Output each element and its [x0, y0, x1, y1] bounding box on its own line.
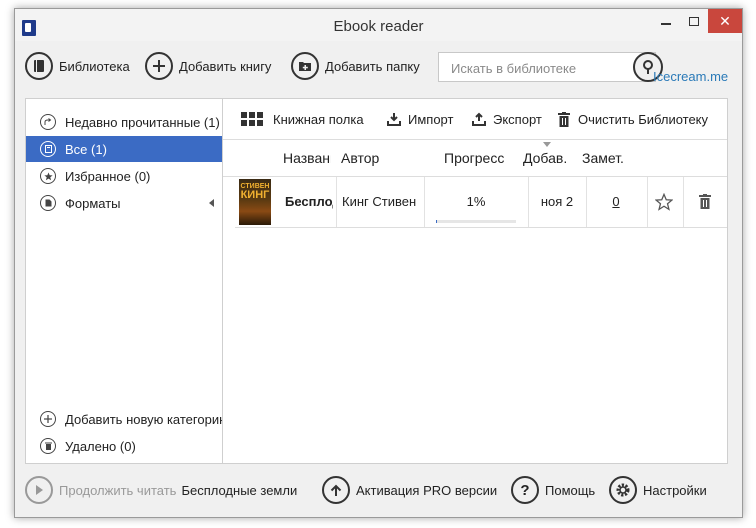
book-author: Кинг Стивен: [342, 194, 417, 209]
maximize-icon: [689, 17, 699, 26]
minimize-icon: [661, 23, 671, 25]
trash-icon: [40, 438, 56, 454]
settings-label: Настройки: [643, 482, 707, 498]
sidebar-item-all[interactable]: Все (1): [26, 136, 222, 162]
book-added-date: ноя 2: [540, 194, 574, 209]
expand-arrow-icon[interactable]: [209, 199, 214, 207]
maximize-button[interactable]: [680, 9, 708, 33]
export-button[interactable]: Экспорт: [472, 99, 542, 139]
download-icon: [387, 113, 401, 126]
window-title: Ebook reader: [333, 18, 424, 35]
add-book-button[interactable]: Добавить книгу: [145, 51, 271, 81]
table-row[interactable]: СТИВЕН КИНГ Бесплодные земли Кинг Стивен…: [235, 177, 727, 228]
add-category-button[interactable]: Добавить новую категорию: [26, 406, 223, 432]
sidebar-item-formats[interactable]: Форматы: [26, 190, 222, 216]
bottom-bar: Продолжить читать Бесплодные земли Актив…: [15, 471, 742, 517]
library-label: Библиотека: [59, 58, 130, 74]
trash-icon: [558, 111, 570, 127]
column-header-notes[interactable]: Замет.: [582, 140, 642, 176]
star-outline-icon: [655, 193, 673, 211]
gear-icon: [609, 476, 637, 504]
library-button[interactable]: Библиотека: [25, 51, 130, 81]
star-icon: [40, 168, 56, 184]
book-notes-link[interactable]: 0: [586, 177, 646, 227]
continue-reading-book: Бесплодные земли: [181, 482, 298, 498]
progress-fill: [436, 220, 437, 223]
column-divider: [336, 177, 337, 227]
import-button[interactable]: Импорт: [387, 99, 453, 139]
sidebar-item-label: Недавно прочитанные (1): [65, 114, 220, 130]
sidebar-item-label: Избранное (0): [65, 168, 151, 184]
column-header-author[interactable]: Автор: [341, 140, 421, 176]
search-input[interactable]: [449, 54, 623, 82]
icecream-link[interactable]: Icecream.me: [653, 69, 728, 84]
sidebar: Недавно прочитанные (1) Все (1) Избранно…: [25, 98, 223, 464]
book-cover[interactable]: СТИВЕН КИНГ: [239, 179, 271, 225]
clear-library-label: Очистить Библиотеку: [578, 111, 709, 127]
search-box: [438, 52, 663, 82]
add-folder-label: Добавить папку: [325, 58, 420, 74]
file-icon: [40, 195, 56, 211]
book-icon: [40, 141, 56, 157]
help-label: Помощь: [545, 482, 596, 498]
arrow-up-icon: [322, 476, 350, 504]
cover-title-text: КИНГ: [240, 189, 270, 201]
sidebar-item-label: Форматы: [65, 195, 121, 211]
import-label: Импорт: [408, 111, 454, 127]
column-header-added[interactable]: Добав.: [523, 140, 575, 176]
close-button[interactable]: ✕: [708, 9, 742, 33]
bookshelf-button[interactable]: Книжная полка: [241, 99, 364, 139]
continue-reading-label: Продолжить читать: [59, 482, 177, 498]
settings-button[interactable]: Настройки: [609, 475, 707, 505]
add-category-label: Добавить новую категорию: [65, 411, 223, 427]
app-window: Ebook reader ✕ Библиотека Добавить книгу…: [14, 8, 743, 518]
grid-view-icon: [241, 112, 263, 126]
library-icon: [25, 52, 53, 80]
table-header: Название Автор Прогресс Добав. Замет.: [223, 139, 727, 177]
export-label: Экспорт: [493, 111, 542, 127]
plus-icon: [145, 52, 173, 80]
clear-library-button[interactable]: Очистить Библиотеку: [558, 99, 708, 139]
trash-icon: [699, 194, 711, 209]
continue-reading-button[interactable]: Продолжить читать Бесплодные земли: [25, 475, 297, 505]
add-book-label: Добавить книгу: [179, 58, 272, 74]
book-title: Бесплодные земли: [285, 194, 333, 209]
upload-icon: [472, 112, 486, 126]
sidebar-item-favorites[interactable]: Избранное (0): [26, 163, 222, 189]
add-folder-button[interactable]: Добавить папку: [291, 51, 420, 81]
activate-pro-label: Активация PRO версии: [356, 482, 498, 498]
main-toolbar: Библиотека Добавить книгу Добавить папку…: [15, 41, 742, 93]
delete-book-button[interactable]: [683, 177, 727, 227]
activate-pro-button[interactable]: Активация PRO версии: [322, 475, 497, 505]
help-button[interactable]: ? Помощь: [511, 475, 595, 505]
minimize-button[interactable]: [652, 9, 680, 33]
sidebar-item-deleted[interactable]: Удалено (0): [26, 433, 222, 459]
sidebar-item-recent[interactable]: Недавно прочитанные (1): [26, 109, 222, 135]
question-icon: ?: [511, 476, 539, 504]
favorite-button[interactable]: [647, 177, 683, 227]
play-icon: [25, 476, 53, 504]
column-header-title[interactable]: Название: [283, 140, 331, 176]
sidebar-item-label: Все (1): [65, 141, 107, 157]
progress-bar: [436, 220, 516, 223]
title-bar: Ebook reader ✕: [15, 9, 742, 41]
add-folder-icon: [291, 52, 319, 80]
share-icon: [40, 114, 56, 130]
sidebar-item-label: Удалено (0): [65, 438, 136, 454]
column-header-progress[interactable]: Прогресс: [444, 140, 514, 176]
library-panel: Книжная полка Импорт Экспорт Очистить Би…: [223, 98, 728, 464]
bookshelf-label: Книжная полка: [273, 111, 364, 127]
plus-icon: [40, 411, 56, 427]
close-icon: ✕: [719, 13, 731, 29]
